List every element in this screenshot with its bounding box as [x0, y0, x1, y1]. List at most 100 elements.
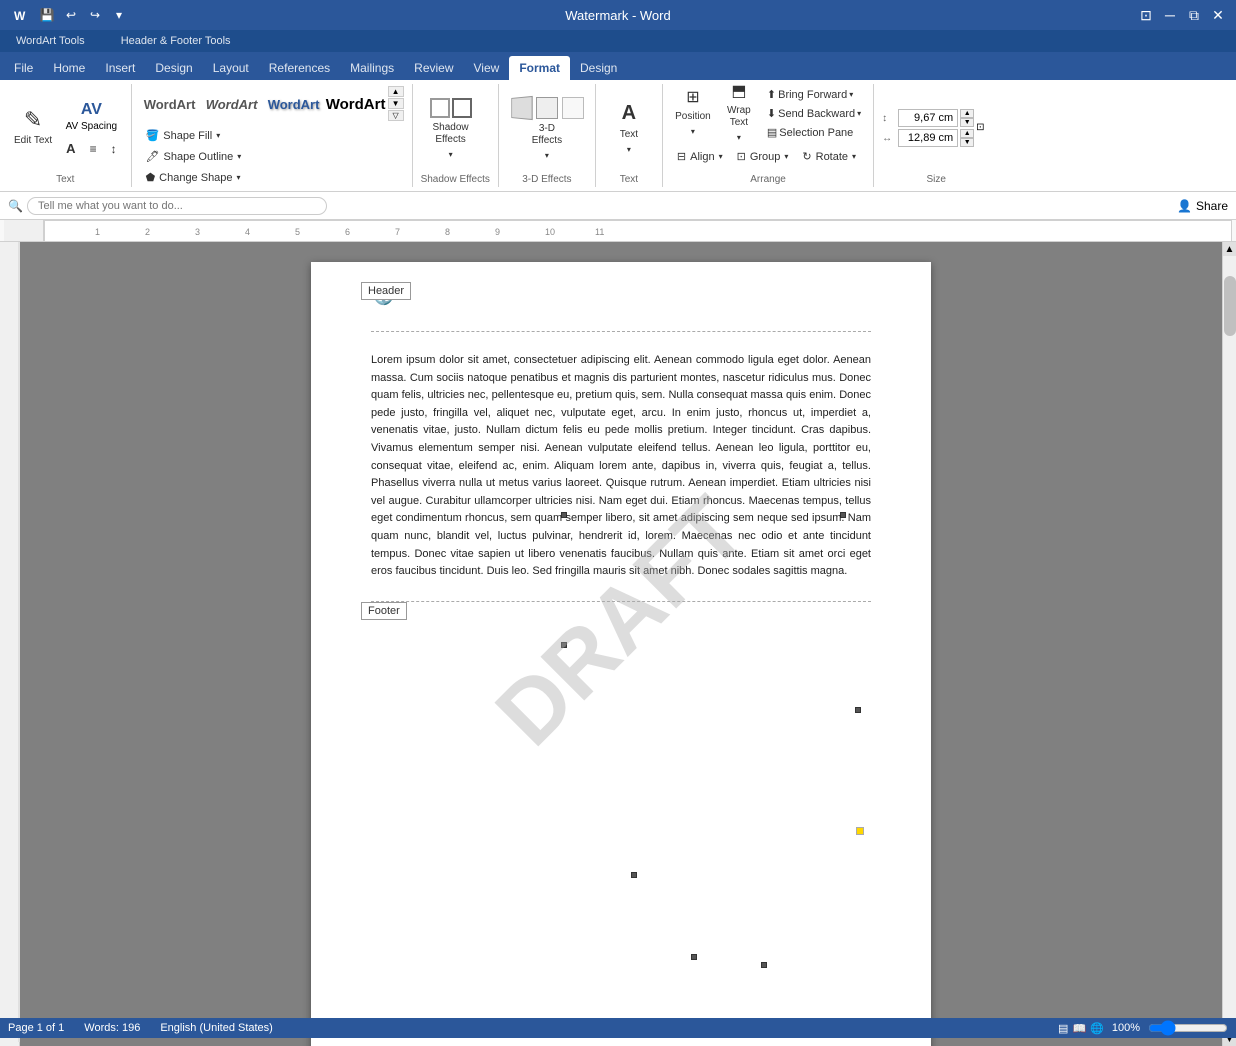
3d-items: 3-DEffects ▾ — [507, 86, 587, 170]
size-group-label: Size — [882, 170, 990, 185]
3d-effects-button[interactable]: 3-DEffects ▾ — [507, 93, 587, 163]
text-align-btn[interactable]: ≡ — [84, 138, 103, 159]
wrap-text-btn[interactable]: ⬒ WrapText ▾ — [717, 86, 761, 136]
rotate-icon: ↻ — [802, 150, 811, 163]
edit-text-icon: ✎ — [24, 109, 42, 131]
ruler-corner — [4, 220, 44, 242]
rotate-btn[interactable]: ↻ Rotate ▾ — [796, 147, 862, 166]
tab-insert[interactable]: Insert — [95, 56, 145, 80]
position-btn[interactable]: ⊞ Position ▾ — [671, 86, 715, 136]
shape-fill-btn[interactable]: 🪣 Shape Fill ▾ — [140, 126, 248, 145]
edit-text-button[interactable]: ✎ Edit Text — [8, 93, 58, 163]
shape-fill-label: Shape Fill — [163, 130, 212, 142]
shape-outline-label: Shape Outline — [164, 151, 234, 163]
svg-text:11: 11 — [595, 227, 604, 237]
size-inputs: ↕ ▲ ▼ ↔ ▲ ▼ — [882, 109, 974, 147]
text-btn2[interactable]: A Text ▾ — [604, 93, 654, 163]
tab-file[interactable]: File — [4, 56, 43, 80]
web-layout-btn[interactable]: 🌐 — [1090, 1022, 1104, 1035]
share-btn[interactable]: 👤 Share — [1177, 199, 1228, 213]
minimize-btn[interactable]: ─ — [1160, 5, 1180, 25]
layout-options-btn[interactable]: ⊡ — [1136, 5, 1156, 25]
selection-pane-icon: ▤ — [767, 126, 777, 139]
shadow-effects-button[interactable]: ShadowEffects ▾ — [421, 93, 481, 163]
close-btn[interactable]: ✕ — [1208, 5, 1228, 25]
context-tab-wordart[interactable]: WordArt Tools — [8, 33, 93, 49]
ribbon: ✎ Edit Text AV AV Spacing A ≡ ↕ Text Wo — [0, 80, 1236, 192]
height-spin-down[interactable]: ▼ — [960, 118, 974, 127]
tab-mailings[interactable]: Mailings — [340, 56, 404, 80]
abc-style-btn[interactable]: A — [60, 138, 81, 159]
tab-references[interactable]: References — [259, 56, 340, 80]
customize-qa-btn[interactable]: ▾ — [108, 4, 130, 26]
wordart-style-1[interactable]: WordArt — [140, 86, 200, 122]
search-input[interactable] — [27, 197, 327, 215]
selection-pane-btn[interactable]: ▤ Selection Pane — [763, 124, 865, 141]
text2-group-label: Text — [604, 170, 654, 185]
save-qa-btn[interactable]: 💾 — [36, 4, 58, 26]
vertical-scrollbar[interactable]: ▲ ▼ — [1222, 242, 1236, 1046]
tab-format[interactable]: Format — [509, 56, 570, 80]
sel-handle-br — [691, 954, 697, 960]
width-spin-up[interactable]: ▲ — [960, 129, 974, 138]
height-input[interactable] — [898, 109, 958, 127]
av-spacing-label[interactable]: AV Spacing — [66, 121, 118, 132]
width-spin-down[interactable]: ▼ — [960, 138, 974, 147]
ribbon-group-arrange: ⊞ Position ▾ ⬒ WrapText ▾ ⬆ Bring Forwar… — [663, 84, 874, 187]
wordart-format-buttons: 🪣 Shape Fill ▾ 🖊 Shape Outline ▾ ⬟ Chang… — [140, 126, 248, 187]
send-backward-btn[interactable]: ⬇ Send Backward ▾ — [763, 105, 865, 122]
send-backward-icon: ⬇ — [767, 107, 776, 120]
text-stack-buttons: AV AV Spacing A ≡ ↕ — [60, 97, 122, 159]
group-label: Group — [750, 151, 781, 163]
gallery-scroll-down[interactable]: ▼ — [388, 98, 404, 109]
redo-qa-btn[interactable]: ↪ — [84, 4, 106, 26]
zoom-slider[interactable] — [1148, 1020, 1228, 1036]
3d-arrow: ▾ — [545, 151, 549, 160]
undo-qa-btn[interactable]: ↩ — [60, 4, 82, 26]
print-layout-btn[interactable]: ▤ — [1058, 1022, 1068, 1035]
height-spin-up[interactable]: ▲ — [960, 109, 974, 118]
gallery-scroll-up[interactable]: ▲ — [388, 86, 404, 97]
share-icon: 👤 — [1177, 199, 1192, 213]
title-bar-left: W 💾 ↩ ↪ ▾ — [8, 4, 130, 26]
tab-design[interactable]: Design — [145, 56, 202, 80]
tab-review[interactable]: Review — [404, 56, 463, 80]
doc-area[interactable]: DRAFT ⚓ Header Lorem ipsum dolor sit ame… — [20, 242, 1222, 1046]
scroll-thumb[interactable] — [1224, 276, 1236, 336]
bring-forward-icon: ⬆ — [767, 88, 776, 101]
wordart-style-2[interactable]: WordArt — [202, 86, 262, 122]
change-shape-btn[interactable]: ⬟ Change Shape ▾ — [140, 168, 248, 187]
width-input[interactable] — [898, 129, 958, 147]
ribbon-group-wordart-styles: WordArt WordArt WordArt WordArt ▲ ▼ ▽ 🪣 … — [132, 84, 413, 187]
wordart-style-4[interactable]: WordArt — [326, 86, 386, 122]
status-bar: Page 1 of 1 Words: 196 English (United S… — [0, 1018, 1236, 1038]
arrange-row1: ⊞ Position ▾ ⬒ WrapText ▾ ⬆ Bring Forwar… — [671, 86, 865, 141]
tab-design2[interactable]: Design — [570, 56, 627, 80]
align-btn[interactable]: ⊟ Align ▾ — [671, 147, 729, 166]
spacing-btn[interactable]: ↕ — [105, 138, 123, 159]
shape-outline-btn[interactable]: 🖊 Shape Outline ▾ — [140, 147, 248, 166]
gallery-expand[interactable]: ▽ — [388, 110, 404, 121]
scroll-up-btn[interactable]: ▲ — [1223, 242, 1236, 256]
wordart-style-3[interactable]: WordArt — [264, 86, 324, 122]
shape-fill-arrow: ▾ — [216, 131, 220, 140]
bring-forward-btn[interactable]: ⬆ Bring Forward ▾ — [763, 86, 865, 103]
restore-btn[interactable]: ⧉ — [1184, 5, 1204, 25]
position-arrow: ▾ — [691, 127, 695, 136]
tab-home[interactable]: Home — [43, 56, 95, 80]
ribbon-group-shadow: ShadowEffects ▾ Shadow Effects — [413, 84, 499, 187]
position-icon: ⊞ — [686, 87, 699, 107]
bring-forward-label: Bring Forward — [778, 89, 847, 101]
header-label: Header — [361, 282, 411, 300]
text-icon2: A — [622, 102, 636, 125]
tab-layout[interactable]: Layout — [203, 56, 259, 80]
tab-view[interactable]: View — [464, 56, 510, 80]
header-section: ⚓ Header — [371, 282, 871, 332]
group-btn[interactable]: ⊡ Group ▾ — [731, 147, 795, 166]
read-mode-btn[interactable]: 📖 — [1072, 1022, 1086, 1035]
status-right: ▤ 📖 🌐 100% — [1058, 1020, 1228, 1036]
context-tab-header-footer[interactable]: Header & Footer Tools — [113, 33, 239, 49]
size-dialog-btn[interactable]: ⊡ — [976, 122, 990, 135]
rotation-handle[interactable] — [856, 827, 864, 835]
wrap-text-label: WrapText — [727, 105, 751, 129]
